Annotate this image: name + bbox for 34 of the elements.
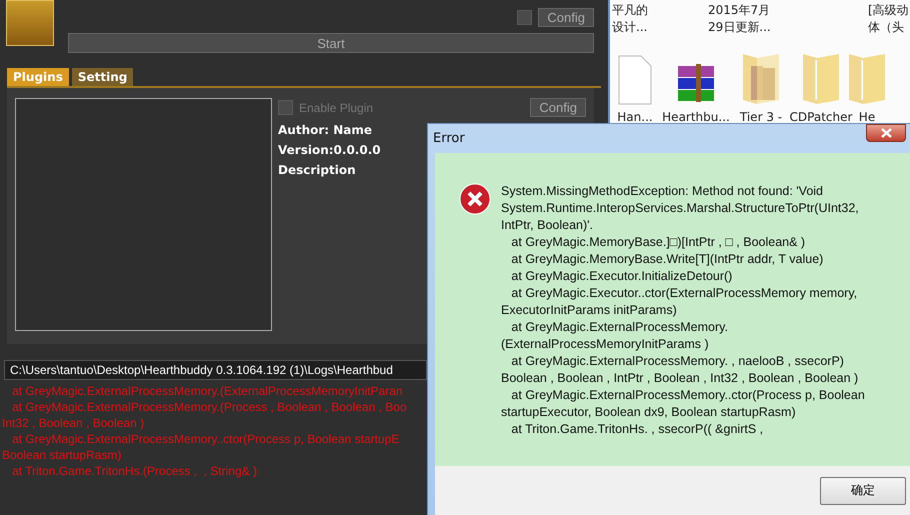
log-line: at Triton.Game.TritonHs.(Process , , String& ) — [11, 463, 258, 479]
dialog-title: Error — [433, 131, 465, 146]
icon-label[interactable]: 设计... — [612, 19, 702, 36]
close-icon — [880, 128, 892, 138]
icon-label[interactable]: CDPatcher — [790, 110, 852, 124]
version-label: Version:0.0.0.0 — [278, 143, 382, 157]
icon-label[interactable]: 29日更新... — [708, 19, 858, 36]
error-icon — [459, 183, 491, 215]
app-logo-image — [6, 0, 54, 46]
config-button[interactable]: Config — [538, 8, 594, 27]
log-line: at GreyMagic.ExternalProcessMemory..ctor(Process p, Boolean startupE — [11, 431, 400, 447]
log-line: at GreyMagic.ExternalProcessMemory.(Process , Boolean , Boolean , Boo — [11, 399, 408, 415]
close-button[interactable] — [866, 124, 906, 142]
icon-label[interactable]: He — [858, 110, 876, 124]
icon-label[interactable]: Tier 3 - — [740, 110, 782, 124]
checkbox[interactable] — [517, 10, 532, 25]
author-label: Author: Name — [278, 123, 374, 137]
description-label: Description — [278, 163, 357, 177]
icon-label[interactable]: 平凡的 — [612, 2, 702, 19]
ok-button[interactable]: 确定 — [820, 476, 906, 504]
log-line: at GreyMagic.ExternalProcessMemory.(ExternalProcessMemoryInitParan — [11, 383, 404, 399]
icon-label[interactable]: [高级动 — [868, 2, 910, 19]
plugin-list[interactable] — [15, 98, 272, 331]
log-path-field: C:\Users\tantuo\Desktop\Hearthbuddy 0.3.1064.192 (1)\Logs\Hearthbud — [4, 360, 427, 380]
log-line: Int32 , Boolean , Boolean ) — [1, 415, 146, 431]
tab[interactable]: Setting — [72, 68, 134, 86]
icon-label[interactable]: 2015年7月 — [708, 2, 858, 19]
log-line: Boolean startupRasm) — [1, 447, 122, 463]
icon-label[interactable]: Han... — [617, 110, 653, 124]
enable-plugin-label: Enable Plugin — [299, 100, 374, 114]
start-button[interactable]: Start — [68, 33, 594, 53]
icon-label[interactable]: Hearthbu... — [662, 110, 730, 124]
icon-label[interactable]: 体（头 — [868, 19, 910, 36]
error-message: System.MissingMethodException: Method not found: 'Void System.Runtime.InteropServices.Marshal.StructureToPtr(UInt32, IntPtr, Boolean)'. at GreyMagic.MemoryBase.]□)[IntPtr , □ , Boolean& ) at GreyMagic.MemoryBase.Write[T](IntPtr addr, T value) at GreyMagic.Executor.InitializeDetour() at GreyMagic.Executor..ctor(ExternalProcessMemory memory, ExecutorInitParams initParams) at GreyMagic.ExternalProcessMemory. (ExternalProcessMemoryInitParams ) at GreyMagic.ExternalProcessMemory. , naelooB , ssecorP) Boolean , Boolean , IntPtr , Boolean , Int32 , Boolean , Boolean ) at GreyMagic.ExternalProcessMemory..ctor(Process p, Boolean startupExecutor, Boolean dx9, Boolean startupRasm) at Triton.Game.TritonHs. , ssecorP(( &gnirtS , — [501, 183, 865, 438]
